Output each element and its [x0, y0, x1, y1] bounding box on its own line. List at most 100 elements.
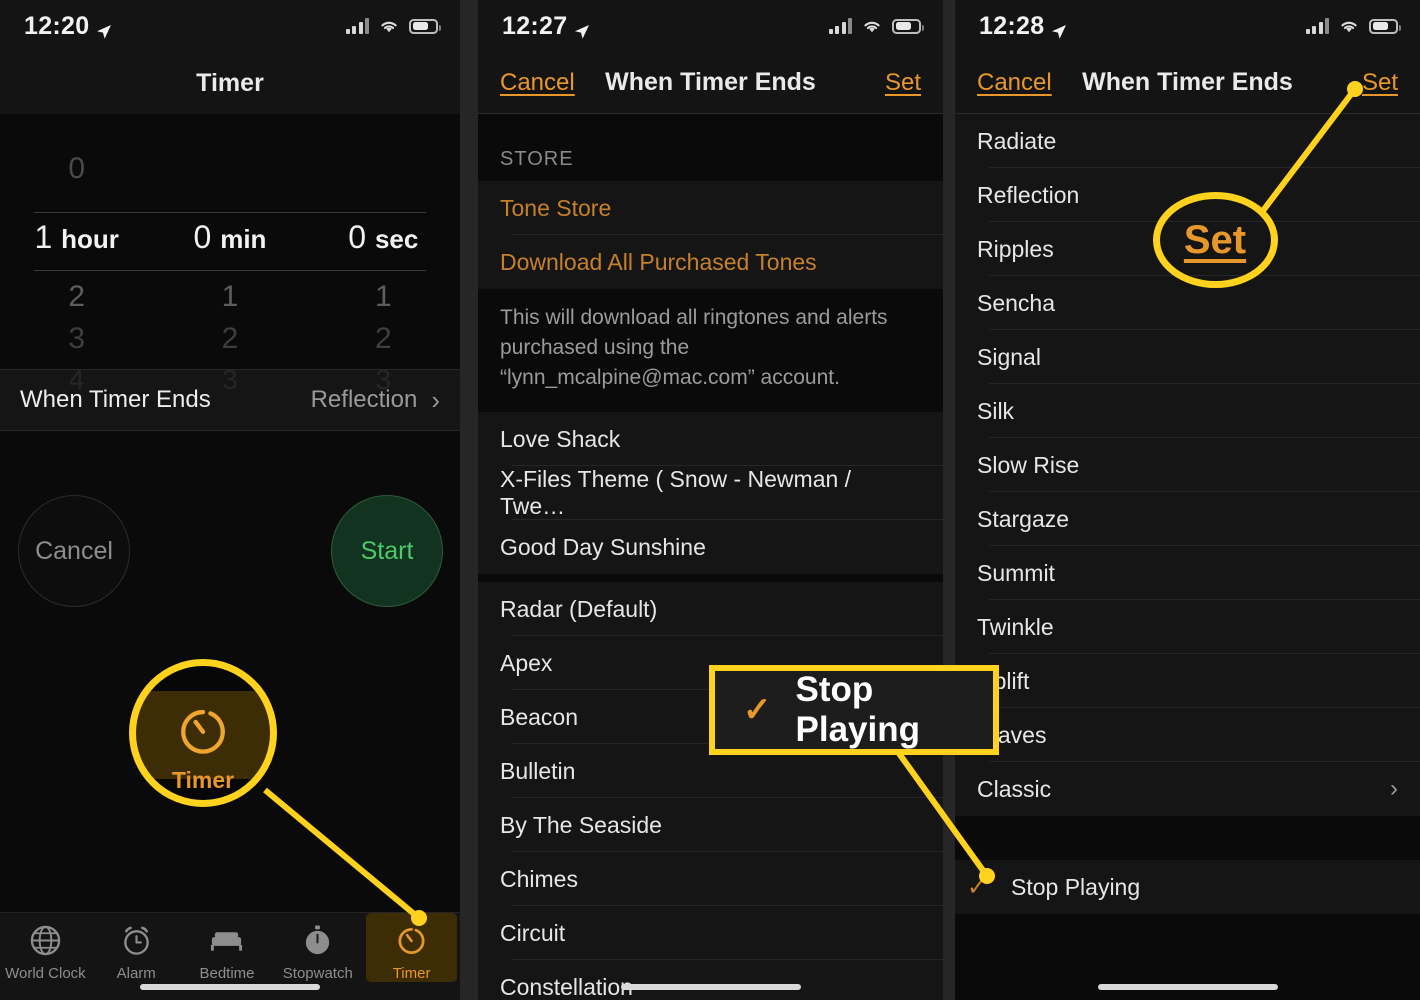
list-item[interactable]: Good Day Sunshine: [478, 520, 943, 575]
picker-ghost-hour: 0: [68, 152, 85, 185]
callout-stop-playing-label: Stop Playing: [795, 670, 920, 749]
chevron-right-icon: ›: [1390, 775, 1398, 802]
list-item[interactable]: Constellation: [478, 960, 943, 1000]
panel-divider: [460, 0, 478, 1000]
duration-picker[interactable]: 0 1 hour 0 min 0 sec 2 1 1 3 2 2 4 3 3: [0, 114, 460, 395]
cancel-button[interactable]: Cancel: [977, 69, 1052, 97]
screenshot-stage: 12:20 Timer 0 1 hour 0 min 0 sec 2 1 1 3…: [0, 0, 1420, 1000]
section-gap: [478, 574, 943, 583]
location-arrow-icon: [1051, 18, 1067, 39]
list-item[interactable]: Radiate: [955, 114, 1420, 168]
globe-icon: [29, 921, 62, 959]
list-item[interactable]: Uplift: [955, 654, 1420, 708]
list-item[interactable]: Radar (Default): [478, 582, 943, 637]
list-item[interactable]: Summit: [955, 546, 1420, 600]
row-label: Stargaze: [977, 505, 1070, 532]
status-time: 12:20: [24, 11, 90, 40]
row-label: Love Shack: [500, 425, 621, 452]
list-item[interactable]: Circuit: [478, 906, 943, 961]
cancel-button[interactable]: Cancel: [500, 69, 575, 97]
picker-seconds-value: 0: [348, 219, 367, 255]
tab-alarm[interactable]: Alarm: [91, 913, 182, 982]
list-item-classic[interactable]: Classic ›: [955, 762, 1420, 816]
home-indicator: [620, 984, 801, 990]
start-button[interactable]: Start: [331, 495, 443, 607]
list-item[interactable]: Slow Rise: [955, 438, 1420, 492]
set-button[interactable]: Set: [1362, 69, 1398, 97]
picker-cell: 3: [222, 364, 238, 395]
alarm-clock-icon: [120, 921, 153, 959]
section-gap: [955, 816, 1420, 860]
row-label: Download All Purchased Tones: [500, 248, 817, 275]
list-item[interactable]: Signal: [955, 330, 1420, 384]
row-label: By The Seaside: [500, 811, 662, 838]
download-all-purchased-tones-row[interactable]: Download All Purchased Tones: [478, 235, 943, 289]
picker-cell: 2: [68, 280, 85, 313]
picker-rows-below: 2 1 1 3 2 2 4 3 3: [0, 274, 460, 396]
location-arrow-icon: [96, 18, 112, 39]
picker-selection-line-bottom: [34, 270, 426, 271]
battery-icon: [892, 18, 924, 34]
picker-seconds-unit: sec: [374, 224, 419, 254]
row-label: Radar (Default): [500, 595, 658, 622]
page-title: When Timer Ends: [605, 68, 816, 96]
set-button[interactable]: Set: [885, 69, 921, 97]
store-section-header: STORE: [478, 114, 943, 181]
tone-store-row[interactable]: Tone Store: [478, 181, 943, 235]
picker-cell: 1: [221, 280, 239, 313]
tone-list: STORE Tone Store Download All Purchased …: [478, 114, 943, 1000]
wifi-icon: [861, 18, 883, 34]
picker-row-below-1: 2 1 1: [0, 274, 460, 314]
tone-list-nav-bar: Cancel When Timer Ends Set: [478, 52, 943, 114]
picker-minutes-cell[interactable]: 0 min: [153, 219, 306, 256]
picker-row-below-3: 4 3 3: [0, 356, 460, 396]
picker-cell: 2: [374, 322, 392, 355]
list-item[interactable]: Silk: [955, 384, 1420, 438]
tone-list-nav-bar: Cancel When Timer Ends Set: [955, 52, 1420, 114]
panel-divider: [943, 0, 955, 1000]
row-label: Bulletin: [500, 757, 576, 784]
list-item[interactable]: Twinkle: [955, 600, 1420, 654]
status-bar-time-group: 12:28: [979, 12, 1067, 41]
tab-label: Stopwatch: [282, 965, 353, 982]
location-arrow-icon: [574, 18, 590, 39]
list-item[interactable]: X-Files Theme ( Snow - Newman / Twe…: [478, 466, 943, 521]
list-item[interactable]: Love Shack: [478, 412, 943, 467]
checkmark-icon: ✓: [967, 873, 988, 901]
wifi-icon: [1338, 18, 1360, 34]
row-label: Apex: [500, 649, 553, 676]
status-time: 12:28: [979, 11, 1045, 40]
row-label: Good Day Sunshine: [500, 533, 706, 560]
row-label: X-Files Theme ( Snow - Newman / Twe…: [500, 466, 852, 520]
list-item[interactable]: Sencha: [955, 276, 1420, 330]
picker-selection-line-top: [34, 212, 426, 213]
picker-row-below-2: 3 2 2: [0, 314, 460, 356]
tab-stopwatch[interactable]: Stopwatch: [272, 913, 363, 982]
list-item[interactable]: Chimes: [478, 852, 943, 907]
callout-circle-timer: [129, 659, 277, 807]
tab-timer[interactable]: Timer: [366, 913, 457, 982]
list-item[interactable]: By The Seaside: [478, 798, 943, 853]
tab-bedtime[interactable]: Bedtime: [182, 913, 273, 982]
timer-icon: [395, 921, 428, 959]
tab-world-clock[interactable]: World Clock: [0, 913, 91, 982]
list-item[interactable]: Stargaze: [955, 492, 1420, 546]
callout-circle-set: [1153, 192, 1278, 288]
picker-minutes-value: 0: [193, 219, 212, 255]
battery-icon: [1369, 18, 1401, 34]
tab-label: Alarm: [116, 965, 156, 982]
battery-icon: [409, 18, 441, 34]
timer-action-buttons: Cancel Start: [0, 431, 460, 691]
list-item[interactable]: Waves: [955, 708, 1420, 762]
picker-cell: 2: [221, 322, 239, 355]
row-label: Summit: [977, 559, 1055, 586]
picker-hours-value: 1: [34, 219, 53, 255]
row-label: Stop Playing: [1011, 873, 1141, 900]
picker-cell: 4: [68, 364, 85, 395]
picker-hours-cell[interactable]: 1 hour: [0, 219, 153, 256]
picker-row-above: 0: [0, 152, 460, 186]
stop-playing-row[interactable]: ✓ Stop Playing: [955, 860, 1420, 914]
cellular-signal-icon: [345, 18, 369, 34]
cancel-button[interactable]: Cancel: [18, 495, 130, 607]
picker-seconds-cell[interactable]: 0 sec: [307, 219, 460, 256]
